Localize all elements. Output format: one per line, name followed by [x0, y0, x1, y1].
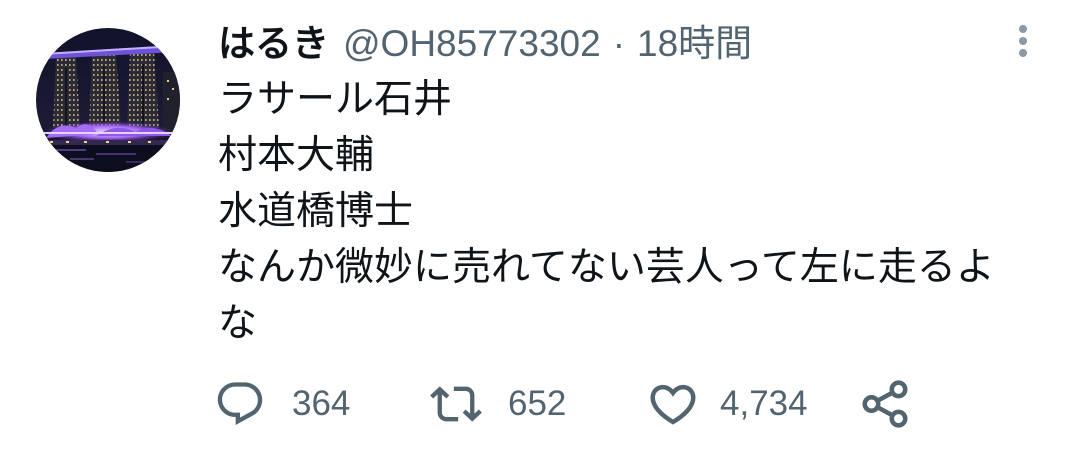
- reply-button[interactable]: 364: [214, 378, 350, 430]
- share-icon: [862, 380, 908, 428]
- avatar[interactable]: [36, 28, 180, 172]
- timestamp[interactable]: 18時間: [637, 23, 752, 64]
- tweet-text-line: 水道橋博士: [218, 189, 414, 234]
- reply-icon: [217, 382, 263, 426]
- tweet-header: はるき @OH85773302 · 18時間: [218, 20, 752, 68]
- share-button[interactable]: [858, 378, 912, 430]
- avatar-image: [36, 28, 180, 172]
- tweet-text-line: なんか微妙に売れてない芸人って左に走るよな: [218, 245, 995, 346]
- heart-icon: [650, 384, 696, 425]
- display-name[interactable]: はるき: [218, 23, 329, 64]
- retweet-button[interactable]: 652: [430, 378, 566, 430]
- separator-dot: ·: [612, 23, 626, 64]
- like-count: 4,734: [720, 384, 808, 423]
- more-options-button[interactable]: [1008, 20, 1038, 68]
- reply-count: 364: [292, 384, 351, 423]
- tweet-text-line: 村本大輔: [218, 133, 375, 178]
- retweet-icon: [430, 386, 482, 422]
- avatar-water: [36, 145, 180, 172]
- tweet-text-line: ラサール石井: [218, 77, 453, 122]
- tweet-text: ラサール石井 村本大輔 水道橋博士 なんか微妙に売れてない芸人って左に走るよな: [218, 72, 1018, 352]
- tweet[interactable]: はるき @OH85773302 · 18時間 ラサール石井 村本大輔 水道橋博士 なん…: [0, 0, 1080, 458]
- retweet-count: 652: [508, 384, 567, 423]
- like-button[interactable]: 4,734: [646, 378, 808, 430]
- more-vertical-icon: [1019, 25, 1027, 57]
- user-handle[interactable]: @OH85773302: [343, 23, 601, 64]
